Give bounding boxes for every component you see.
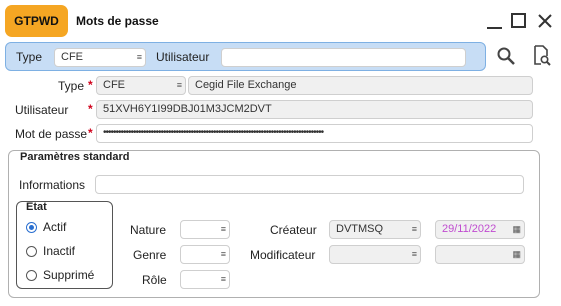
list-dropdown-icon: ≡ <box>411 224 417 234</box>
maximize-icon[interactable] <box>511 13 526 28</box>
informations-input[interactable] <box>95 175 524 194</box>
type-required-mark: * <box>88 78 93 92</box>
modified-date-field: ▦ <box>435 245 525 264</box>
filter-type-field[interactable]: CFE ≡ <box>54 48 146 67</box>
calendar-icon: ▦ <box>512 249 520 259</box>
etat-option-actif[interactable]: Actif <box>26 220 66 234</box>
created-date-field: 29/11/2022 ▦ <box>435 220 525 239</box>
filter-user-label: Utilisateur <box>156 50 210 64</box>
filter-user-input[interactable] <box>221 48 466 67</box>
filter-type-value: CFE <box>61 51 83 63</box>
radio-button[interactable] <box>26 245 37 257</box>
modificateur-field: ≡ <box>329 245 421 264</box>
list-dropdown-icon: ≡ <box>411 249 417 259</box>
document-search-icon[interactable] <box>532 45 552 67</box>
user-field[interactable]: 51XVH6Y1I99DBJ01M3JCM2DVT <box>96 100 533 119</box>
type-code-value: CFE <box>103 79 125 91</box>
user-label: Utilisateur <box>15 103 69 117</box>
etat-option-label: Supprimé <box>43 268 95 282</box>
nature-label: Nature <box>130 223 167 237</box>
list-dropdown-icon[interactable]: ≡ <box>221 224 226 234</box>
list-dropdown-icon[interactable]: ≡ <box>221 249 226 259</box>
etat-option-label: Inactif <box>43 244 76 258</box>
etat-title: Etat <box>26 201 47 213</box>
type-name-field: Cegid File Exchange <box>188 76 533 95</box>
nature-field[interactable]: ≡ <box>180 220 230 239</box>
module-code-badge: GTPWD <box>5 5 68 37</box>
filter-type-label: Type <box>16 50 43 64</box>
type-code-field[interactable]: CFE ≡ <box>96 76 186 95</box>
createur-label: Créateur <box>270 223 317 237</box>
calendar-icon: ▦ <box>512 224 520 234</box>
password-label: Mot de passe <box>15 127 88 141</box>
createur-field: DVTMSQ ≡ <box>329 220 421 239</box>
etat-option-supprime[interactable]: Supprimé <box>26 268 94 282</box>
minimize-icon[interactable] <box>487 27 502 29</box>
radio-button[interactable] <box>26 269 37 281</box>
password-required-mark: * <box>88 126 93 140</box>
search-icon[interactable] <box>496 46 516 66</box>
password-field[interactable]: ••••••••••••••••••••••••••••••••••••••••… <box>96 124 533 143</box>
radio-button[interactable] <box>26 221 37 233</box>
type-label: Type <box>58 79 85 93</box>
list-dropdown-icon[interactable]: ≡ <box>177 80 182 90</box>
etat-option-label: Actif <box>43 220 67 234</box>
genre-label: Genre <box>133 248 167 262</box>
createur-value: DVTMSQ <box>336 223 384 235</box>
list-dropdown-icon[interactable]: ≡ <box>137 52 142 62</box>
user-required-mark: * <box>88 102 93 116</box>
modificateur-label: Modificateur <box>250 248 316 262</box>
informations-label: Informations <box>19 178 86 192</box>
window-title: Mots de passe <box>76 14 159 28</box>
standard-parameters-title: Paramètres standard <box>20 151 130 163</box>
role-field[interactable]: ≡ <box>180 270 230 289</box>
genre-field[interactable]: ≡ <box>180 245 230 264</box>
close-icon[interactable] <box>537 13 553 29</box>
list-dropdown-icon[interactable]: ≡ <box>221 274 226 284</box>
role-label: Rôle <box>142 273 167 287</box>
created-date-value: 29/11/2022 <box>442 223 497 235</box>
etat-option-inactif[interactable]: Inactif <box>26 244 75 258</box>
